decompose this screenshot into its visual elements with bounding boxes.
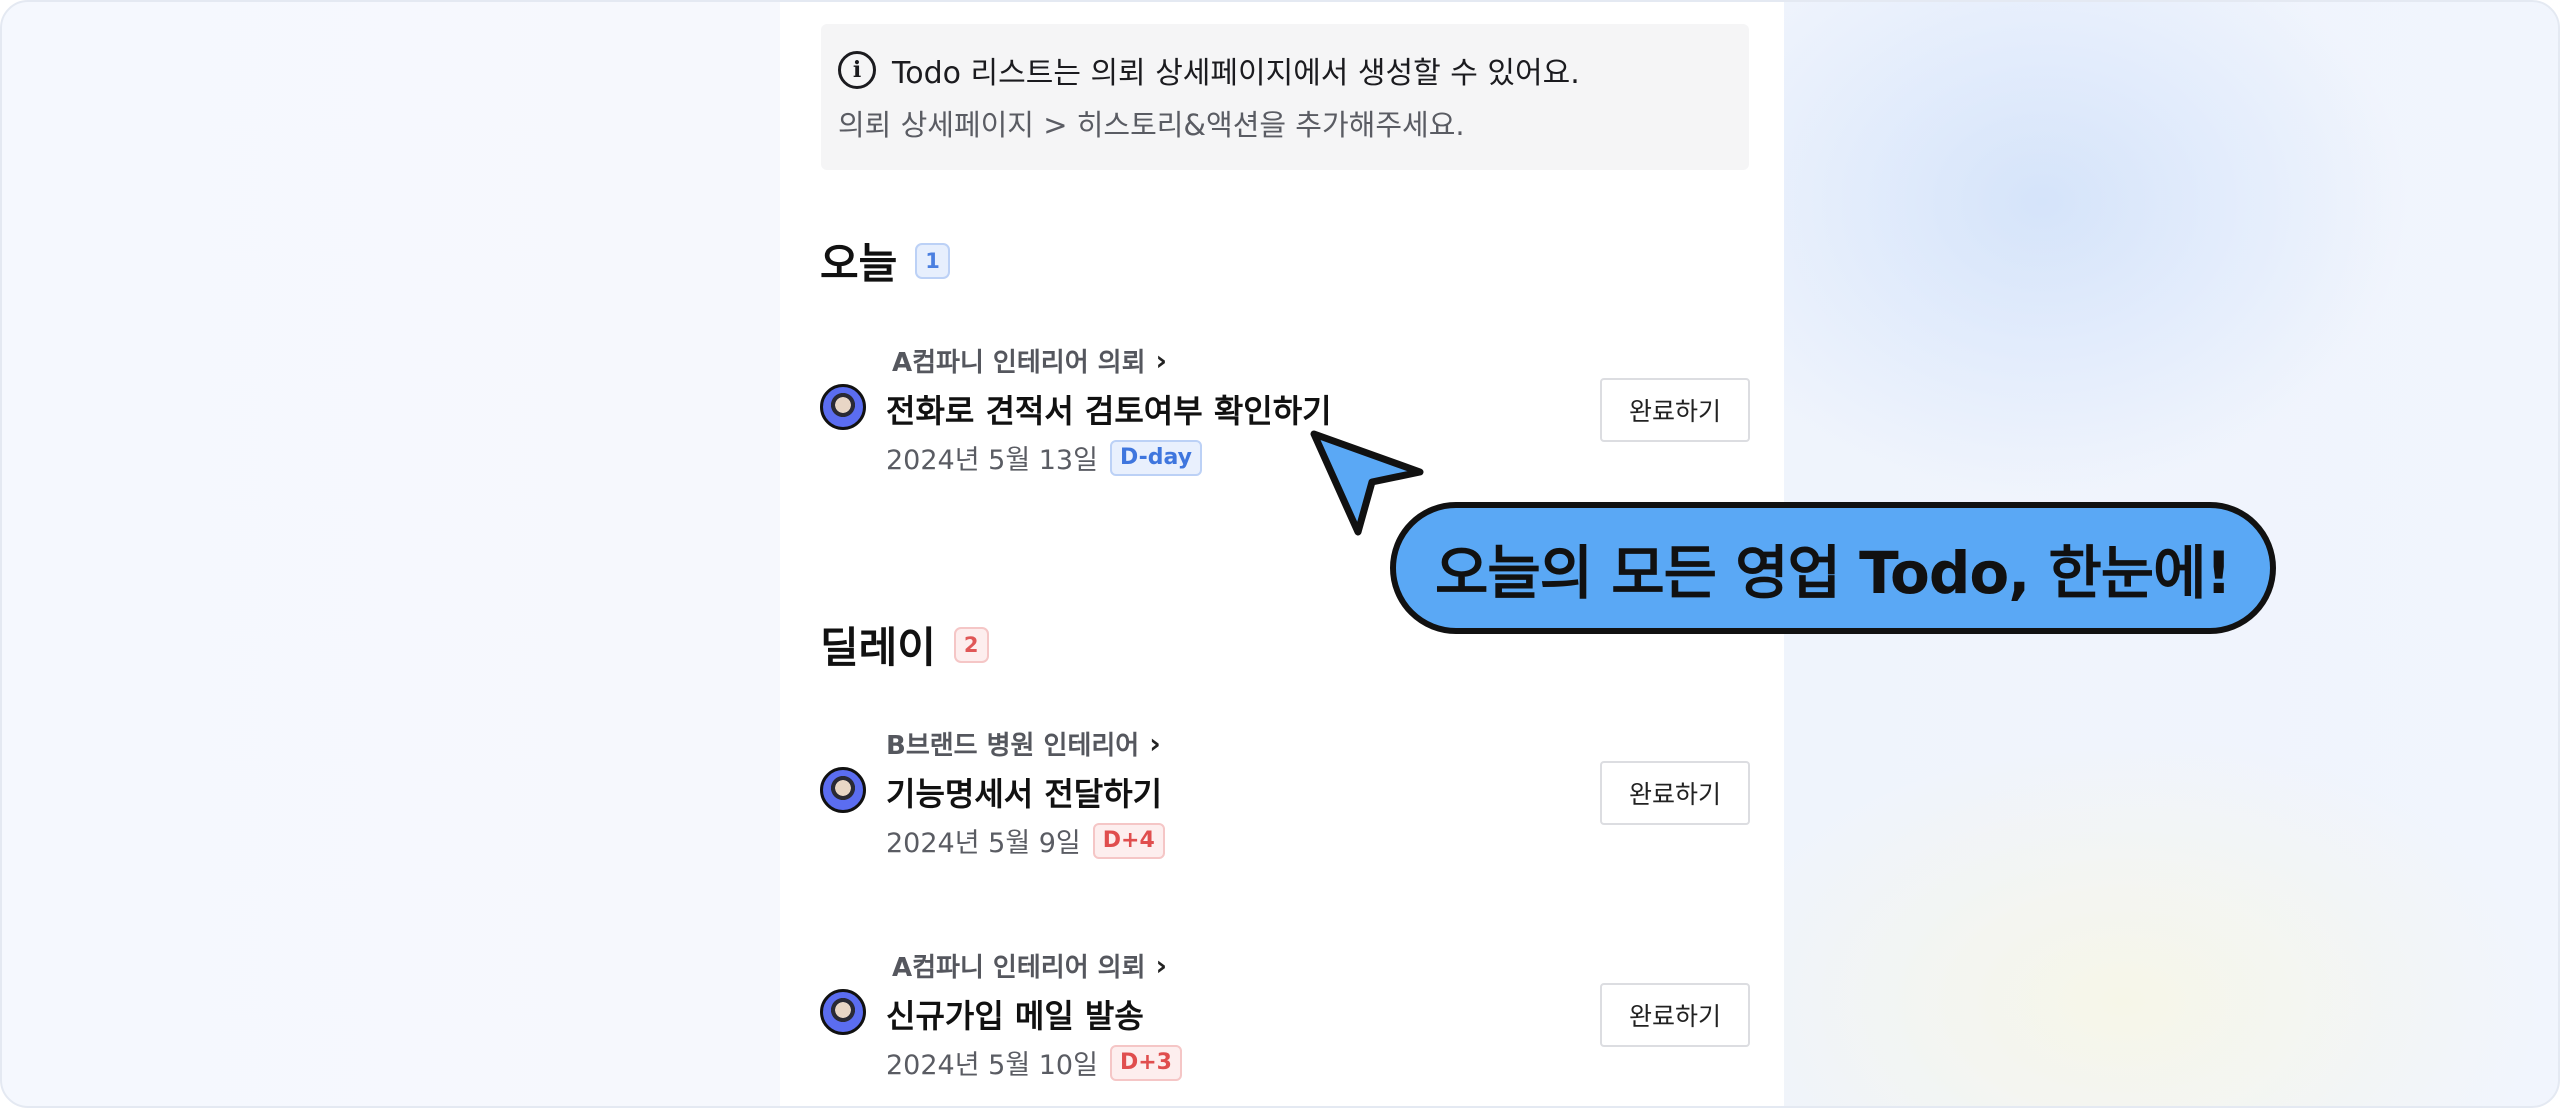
complete-button[interactable]: 완료하기: [1600, 378, 1750, 442]
project-name: A컴파니 인테리어 의뢰: [892, 953, 1146, 983]
todo-date: 2024년 5월 13일: [886, 445, 1098, 476]
todo-date: 2024년 5월 10일: [886, 1050, 1098, 1081]
project-name: B브랜드 병원 인테리어: [886, 731, 1140, 761]
todo-item: B브랜드 병원 인테리어 › 기능명세서 전달하기 2024년 5월 9일 D+…: [820, 725, 1750, 875]
avatar: [820, 767, 866, 813]
section-title: 오늘: [820, 239, 898, 288]
screenshot-frame: i Todo 리스트는 의뢰 상세페이지에서 생성할 수 있어요. 의뢰 상세페…: [0, 0, 2560, 1108]
callout-bubble: 오늘의 모든 영업 Todo, 한눈에!: [1390, 502, 2276, 634]
todo-date-row: 2024년 5월 9일 D+4: [886, 821, 1165, 860]
info-text-primary: Todo 리스트는 의뢰 상세페이지에서 생성할 수 있어요.: [892, 56, 1580, 91]
avatar: [820, 384, 866, 430]
info-box: [821, 24, 1749, 170]
avatar: [820, 989, 866, 1035]
todo-date: 2024년 5월 9일: [886, 828, 1081, 859]
chevron-right-icon: ›: [1155, 344, 1168, 377]
todo-date-row: 2024년 5월 10일 D+3: [886, 1043, 1182, 1082]
count-badge: 1: [915, 242, 950, 279]
chevron-right-icon: ›: [1155, 949, 1168, 982]
todo-title: 기능명세서 전달하기: [886, 775, 1163, 813]
project-name: A컴파니 인테리어 의뢰: [892, 348, 1146, 378]
section-title: 딜레이: [820, 623, 936, 672]
complete-button[interactable]: 완료하기: [1600, 983, 1750, 1047]
section-delay: 딜레이 2: [820, 614, 989, 675]
info-text-secondary: 의뢰 상세페이지 > 히스토리&액션을 추가해주세요.: [838, 108, 1465, 142]
dday-badge: D+3: [1109, 1044, 1182, 1081]
callout-text: 오늘의 모든 영업 Todo, 한눈에!: [1435, 539, 2232, 607]
count-badge: 2: [953, 626, 989, 663]
dday-badge: D+4: [1092, 822, 1165, 859]
project-link[interactable]: B브랜드 병원 인테리어 ›: [886, 725, 1161, 762]
info-message: i Todo 리스트는 의뢰 상세페이지에서 생성할 수 있어요.: [838, 48, 1580, 92]
todo-item: A컴파니 인테리어 의뢰 › 신규가입 메일 발송 2024년 5월 10일 D…: [820, 947, 1750, 1097]
info-circle-icon: i: [838, 51, 876, 89]
dday-badge: D-day: [1109, 439, 1202, 476]
project-link[interactable]: A컴파니 인테리어 의뢰 ›: [892, 947, 1167, 984]
todo-title: 전화로 견적서 검토여부 확인하기: [886, 392, 1332, 430]
todo-item: A컴파니 인테리어 의뢰 › 전화로 견적서 검토여부 확인하기 2024년 5…: [820, 342, 1750, 492]
todo-date-row: 2024년 5월 13일 D-day: [886, 438, 1202, 477]
complete-button[interactable]: 완료하기: [1600, 761, 1750, 825]
todo-title: 신규가입 메일 발송: [886, 997, 1144, 1035]
section-today: 오늘 1: [820, 230, 950, 291]
project-link[interactable]: A컴파니 인테리어 의뢰 ›: [892, 342, 1167, 379]
chevron-right-icon: ›: [1149, 727, 1161, 760]
